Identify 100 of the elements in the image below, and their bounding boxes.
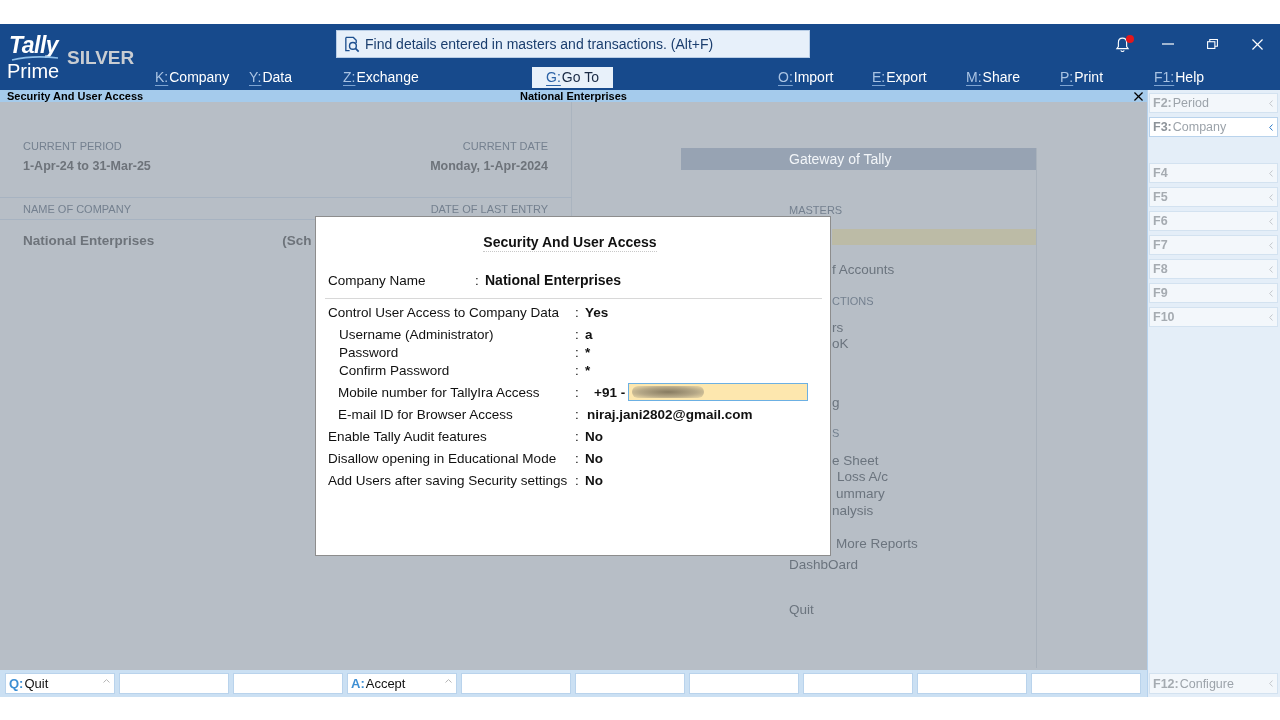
function-key-button[interactable]: F8	[1149, 259, 1278, 279]
action-button[interactable]: Q:Quit	[5, 673, 115, 694]
search-field[interactable]: Find details entered in masters and transactions. (Alt+F)	[336, 30, 810, 58]
function-key-button[interactable]: F5	[1149, 187, 1278, 207]
blank-action-button[interactable]	[233, 673, 343, 694]
blank-action-button[interactable]	[803, 673, 913, 694]
chevron-left-icon	[1269, 193, 1273, 201]
logo-wordmark: Tally	[8, 33, 59, 56]
field-value: National Enterprises	[485, 272, 622, 288]
separator-colon: :	[575, 304, 580, 320]
menu-item[interactable]: O:Import	[778, 69, 834, 85]
last-entry-label: DATE OF LAST ENTRY	[430, 203, 548, 215]
close-icon[interactable]	[1134, 91, 1143, 101]
separator-colon: :	[575, 450, 580, 466]
search-icon	[343, 35, 360, 53]
field-label: Add Users after saving Security settings	[328, 472, 569, 488]
gateway-menu-item[interactable]: g	[832, 395, 840, 411]
field-value[interactable]: No	[585, 450, 603, 466]
gateway-section-heading: CTIONS	[832, 294, 874, 309]
chevron-left-icon	[1269, 99, 1273, 107]
field-label: Username (Administrator)	[338, 326, 495, 342]
blank-action-button[interactable]	[461, 673, 571, 694]
period-label: CURRENT PERIOD	[23, 140, 122, 152]
field-value[interactable]: niraj.jani2802@gmail.com	[587, 406, 753, 422]
menu-item[interactable]: Y:Data	[249, 69, 293, 85]
action-button[interactable]: A:Accept	[347, 673, 457, 694]
separator-colon: :	[575, 384, 580, 400]
period-value: 1-Apr-24 to 31-Mar-25	[23, 159, 151, 173]
chevron-left-icon	[1269, 680, 1273, 687]
gateway-title: Gateway of Tally	[681, 148, 1036, 170]
separator-colon: :	[575, 326, 580, 342]
gateway-section-heading: S	[832, 426, 840, 441]
gateway-menu-item[interactable]: oK	[832, 336, 849, 352]
company-column-text: (Sch	[282, 233, 312, 249]
field-label: Confirm Password	[338, 362, 451, 378]
menu-item[interactable]: K:Company	[155, 69, 230, 85]
chevron-left-icon	[1269, 265, 1273, 273]
separator-colon: :	[575, 428, 580, 444]
blank-action-button[interactable]	[917, 673, 1027, 694]
chevron-left-icon	[1269, 289, 1273, 297]
menu-item[interactable]: G:Go To	[532, 66, 613, 88]
field-value[interactable]: *	[585, 362, 591, 378]
gateway-menu-item[interactable]: More Reports	[836, 536, 918, 552]
blank-action-button[interactable]	[1031, 673, 1141, 694]
gateway-menu-item[interactable]: nalysis	[832, 503, 874, 519]
mobile-number-field[interactable]	[628, 383, 808, 401]
field-value[interactable]: a	[585, 326, 593, 342]
blank-action-button[interactable]	[689, 673, 799, 694]
function-key-button[interactable]: F3:Company	[1149, 117, 1278, 137]
function-key-button[interactable]: F10	[1149, 307, 1278, 327]
gateway-menu-item[interactable]: DashbOard	[789, 557, 859, 573]
dialog-title: Security And User Access	[483, 233, 657, 252]
product-name: Prime	[7, 60, 60, 81]
minimize-icon[interactable]	[1161, 43, 1174, 45]
chevron-left-icon	[1269, 169, 1273, 177]
function-key-button[interactable]: F7	[1149, 235, 1278, 255]
gateway-menu-item[interactable]: Loss A/c	[837, 469, 889, 485]
date-label: CURRENT DATE	[462, 140, 548, 152]
function-key-button[interactable]: F2:Period	[1149, 93, 1278, 113]
gateway-section-heading: MASTERS	[789, 203, 843, 218]
separator-colon: :	[575, 472, 580, 488]
menu-item[interactable]: Z:Exchange	[343, 69, 419, 85]
field-label: Enable Tally Audit features	[328, 428, 488, 444]
blank-action-button[interactable]	[119, 673, 229, 694]
function-key-button[interactable]: F9	[1149, 283, 1278, 303]
menu-item[interactable]: F1:Help	[1154, 69, 1205, 85]
gateway-menu-item[interactable]: f Accounts	[832, 262, 895, 278]
menu-item[interactable]: M:Share	[966, 69, 1020, 85]
gateway-menu-item[interactable]: e Sheet	[832, 453, 879, 469]
field-label: Mobile number for TallyIra Access	[337, 384, 541, 400]
field-label: Disallow opening in Educational Mode	[328, 450, 558, 466]
gateway-menu-item[interactable]: ummary	[836, 486, 885, 502]
blank-action-button[interactable]	[575, 673, 685, 694]
field-value[interactable]: Yes	[585, 304, 609, 320]
function-key-button[interactable]: F4	[1149, 163, 1278, 183]
function-key-button[interactable]: F12:Configure	[1149, 673, 1278, 694]
separator-colon: :	[575, 344, 580, 360]
field-value[interactable]: No	[585, 428, 603, 444]
date-value: Monday, 1-Apr-2024	[430, 159, 548, 173]
company-name: National Enterprises	[520, 90, 627, 102]
company-name-label: NAME OF COMPANY	[23, 203, 131, 215]
country-code: +91 -	[594, 384, 627, 400]
restore-icon[interactable]	[1207, 39, 1218, 49]
field-value[interactable]: *	[585, 344, 591, 360]
chevron-left-icon	[1269, 313, 1273, 321]
menu-item[interactable]: P:Print	[1060, 69, 1104, 85]
menu-item[interactable]: E:Export	[872, 69, 927, 85]
chevron-left-icon	[1269, 123, 1273, 131]
function-key-button[interactable]: F6	[1149, 211, 1278, 231]
field-value[interactable]: No	[585, 472, 603, 488]
gateway-menu-item[interactable]: rs	[832, 320, 844, 336]
notification-bell-icon[interactable]	[1115, 35, 1130, 53]
separator-colon: :	[475, 272, 480, 288]
separator-colon: :	[575, 362, 580, 378]
gateway-menu-item[interactable]: Quit	[789, 602, 814, 618]
chevron-left-icon	[1269, 241, 1273, 249]
field-label: E-mail ID for Browser Access	[337, 406, 514, 422]
field-label: Company Name	[328, 272, 427, 288]
chevron-up-icon	[445, 678, 452, 683]
field-label: Control User Access to Company Data	[328, 304, 561, 320]
